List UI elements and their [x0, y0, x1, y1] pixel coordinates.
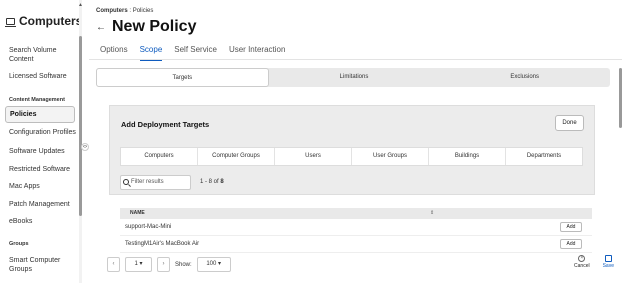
- table-row: support-Mac-Mini Add: [120, 219, 592, 236]
- subtab-computers[interactable]: Computers: [121, 148, 198, 165]
- sidebar-item-software-updates[interactable]: Software Updates: [9, 147, 79, 156]
- subtab-computer-groups[interactable]: Computer Groups: [198, 148, 275, 165]
- sidebar-item-policies[interactable]: Policies: [5, 106, 75, 123]
- sidebar-item-configuration-profiles[interactable]: Configuration Profiles: [9, 128, 79, 137]
- sidebar-item-label: Policies: [10, 111, 37, 118]
- chevron-down-icon: ▾: [139, 261, 143, 267]
- search-icon: [123, 179, 129, 185]
- prev-page-button[interactable]: ‹: [107, 257, 120, 272]
- computer-icon: [5, 17, 16, 27]
- sidebar-item-search-volume[interactable]: Search Volume Content: [9, 46, 79, 64]
- row-name: TestingM1Air's MacBook Air: [125, 241, 200, 247]
- filter-placeholder: Filter results: [131, 179, 164, 185]
- add-button[interactable]: Add: [560, 239, 582, 249]
- chevron-down-icon: ▾: [218, 261, 222, 267]
- sidebar-item-smart-computer-groups[interactable]: Smart Computer Groups: [9, 256, 79, 274]
- tabs-divider: [89, 59, 622, 60]
- results-count-total: 8: [220, 179, 224, 185]
- add-button[interactable]: Add: [560, 222, 582, 232]
- segment-limitations[interactable]: Limitations: [269, 68, 440, 87]
- scroll-up-icon[interactable]: ▲: [78, 2, 83, 8]
- page-select[interactable]: 1 ▾: [125, 257, 152, 272]
- breadcrumb-leaf[interactable]: Policies: [133, 8, 154, 14]
- results-count-prefix: 1 - 8 of: [200, 179, 221, 185]
- sidebar-title: Computers: [5, 14, 83, 28]
- results-count: 1 - 8 of 8: [200, 179, 224, 185]
- sidebar-section-groups: Groups: [9, 241, 29, 247]
- filter-results-input[interactable]: Filter results: [120, 175, 191, 190]
- save-button[interactable]: Save: [603, 255, 614, 269]
- row-name: support-Mac-Mini: [125, 224, 172, 230]
- segment-targets[interactable]: Targets: [96, 68, 269, 87]
- breadcrumb: Computers : Policies: [96, 8, 153, 14]
- add-deployment-targets-panel: Add Deployment Targets Done Computers Co…: [109, 105, 595, 195]
- sort-icon[interactable]: ⇕: [430, 208, 434, 219]
- cancel-icon: ×: [578, 255, 586, 262]
- main-content: Computers : Policies ← New Policy Option…: [89, 0, 622, 283]
- scope-segmented-control: Targets Limitations Exclusions: [96, 68, 610, 87]
- collapse-sidebar-button[interactable]: ‹›: [81, 143, 89, 151]
- subtab-departments[interactable]: Departments: [506, 148, 582, 165]
- target-type-tabs: Computers Computer Groups Users User Gro…: [120, 147, 583, 166]
- cancel-button[interactable]: × Cancel: [574, 255, 590, 269]
- next-page-button[interactable]: ›: [157, 257, 170, 272]
- sidebar-title-label: Computers: [19, 14, 83, 28]
- sidebar-scroll-thumb[interactable]: [79, 36, 82, 216]
- panel-title: Add Deployment Targets: [121, 120, 210, 129]
- cancel-label: Cancel: [574, 263, 590, 269]
- sidebar-item-restricted-software[interactable]: Restricted Software: [9, 165, 79, 174]
- sidebar-section-content-management: Content Management: [9, 97, 65, 103]
- segment-exclusions[interactable]: Exclusions: [439, 68, 610, 87]
- pagination: ‹ 1 ▾ › Show: 100 ▾: [107, 257, 231, 272]
- page-number: 1: [134, 261, 138, 267]
- show-label: Show:: [175, 261, 192, 268]
- footer-actions: × Cancel Save: [574, 255, 614, 269]
- subtab-user-groups[interactable]: User Groups: [352, 148, 429, 165]
- table-header: NAME ⇕: [120, 208, 592, 219]
- page-size-value: 100: [206, 261, 217, 267]
- sidebar-item-patch-management[interactable]: Patch Management: [9, 200, 79, 209]
- save-label: Save: [602, 263, 614, 269]
- page-title-text: New Policy: [112, 18, 197, 35]
- subtab-buildings[interactable]: Buildings: [429, 148, 506, 165]
- back-arrow-icon[interactable]: ←: [96, 22, 106, 33]
- sidebar-item-licensed-software[interactable]: Licensed Software: [9, 72, 79, 81]
- page-size-select[interactable]: 100 ▾: [196, 257, 231, 272]
- breadcrumb-root[interactable]: Computers: [96, 8, 128, 14]
- targets-table: NAME ⇕ support-Mac-Mini Add TestingM1Air…: [120, 208, 592, 253]
- save-icon: [604, 255, 612, 262]
- sidebar-item-mac-apps[interactable]: Mac Apps: [9, 182, 79, 191]
- sidebar-scrollbar[interactable]: ▲: [78, 0, 83, 283]
- sidebar: Computers Search Volume Content Licensed…: [0, 0, 83, 283]
- column-header-name[interactable]: NAME: [130, 210, 145, 216]
- done-button[interactable]: Done: [555, 115, 584, 131]
- table-row: TestingM1Air's MacBook Air Add: [120, 236, 592, 253]
- chevron-collapse-icon: ‹›: [83, 144, 87, 150]
- sidebar-item-ebooks[interactable]: eBooks: [9, 217, 79, 226]
- subtab-users[interactable]: Users: [275, 148, 352, 165]
- page-title: ← New Policy: [96, 18, 196, 36]
